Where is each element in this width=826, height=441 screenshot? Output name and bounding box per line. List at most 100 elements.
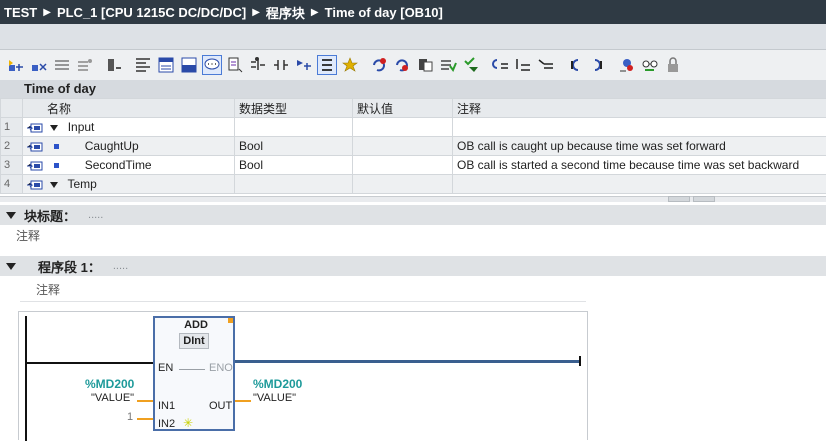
datatype-cell[interactable]: [235, 175, 353, 194]
show-status-icon[interactable]: [104, 55, 124, 75]
datatype-cell[interactable]: [235, 118, 353, 137]
in1-tag[interactable]: "VALUE": [91, 392, 134, 404]
breadcrumb: TEST ▶ PLC_1 [CPU 1215C DC/DC/DC] ▶ 程序块 …: [0, 0, 826, 24]
block-title-input[interactable]: .....: [88, 209, 103, 221]
collapse-caret-icon[interactable]: [50, 182, 58, 188]
variable-bullet-icon: [54, 144, 59, 149]
network-title-input[interactable]: .....: [113, 260, 128, 272]
indent-icon[interactable]: [490, 55, 510, 75]
table-row[interactable]: 4 Temp: [1, 175, 826, 194]
breadcrumb-plc[interactable]: PLC_1 [CPU 1215C DC/DC/DC]: [57, 5, 246, 20]
outdent-icon[interactable]: [513, 55, 533, 75]
go-to-next-error-icon[interactable]: [294, 55, 314, 75]
section-name: Temp: [67, 177, 96, 191]
goggles-icon[interactable]: [640, 55, 660, 75]
comment-cell[interactable]: OB call is caught up because time was se…: [453, 137, 826, 156]
in2-literal[interactable]: 1: [127, 411, 133, 423]
comment-cell[interactable]: [453, 118, 826, 137]
lock-icon[interactable]: [663, 55, 683, 75]
chevron-right-icon: ▶: [311, 7, 319, 18]
datatype-cell[interactable]: Bool: [235, 137, 353, 156]
row-number-header: [1, 99, 23, 118]
name-cell[interactable]: CaughtUp: [23, 137, 235, 156]
default-cell[interactable]: [353, 156, 453, 175]
insert-network-icon[interactable]: [6, 55, 26, 75]
collapse-caret-icon[interactable]: [6, 212, 16, 219]
column-header-comment[interactable]: 注释: [453, 99, 826, 118]
name-cell[interactable]: Temp: [23, 175, 235, 194]
instruction-type-select[interactable]: DInt: [179, 333, 209, 349]
column-header-default[interactable]: 默认值: [353, 99, 453, 118]
eno-wire: [235, 360, 581, 363]
collapse-caret-icon[interactable]: [6, 263, 16, 270]
comment-cell[interactable]: [453, 175, 826, 194]
collapse-caret-icon[interactable]: [50, 125, 58, 131]
breadcrumb-block: Time of day [OB10]: [325, 5, 443, 20]
toggle-lines-icon[interactable]: [133, 55, 153, 75]
datatype-cell[interactable]: Bool: [235, 156, 353, 175]
network-comment[interactable]: 注释: [20, 280, 586, 302]
add-input-icon[interactable]: ✳: [183, 416, 193, 430]
block-comment[interactable]: 注释: [16, 227, 40, 244]
absolute-addresses-icon[interactable]: [317, 55, 337, 75]
comment-cell[interactable]: OB call is started a second time because…: [453, 156, 826, 175]
toggle-favorites-icon[interactable]: [179, 55, 199, 75]
monitor-off-icon[interactable]: [392, 55, 412, 75]
in2-wire: [137, 418, 153, 420]
monitor-icon[interactable]: [369, 55, 389, 75]
check-icon[interactable]: [461, 55, 481, 75]
table-row[interactable]: 1 Input: [1, 118, 826, 137]
monitoring-glasses-icon[interactable]: [617, 55, 637, 75]
insert-empty-box-icon[interactable]: [225, 55, 245, 75]
symbolic-addresses-icon[interactable]: [340, 55, 360, 75]
block-title-header[interactable]: 块标题： .....: [0, 205, 826, 225]
in1-address[interactable]: %MD200: [85, 377, 134, 391]
wire-end: [579, 356, 581, 366]
row-number: 2: [1, 137, 23, 156]
splitter-up-handle[interactable]: [668, 196, 690, 202]
table-header-row: 名称 数据类型 默认值 注释: [1, 99, 826, 118]
column-header-datatype[interactable]: 数据类型: [235, 99, 353, 118]
ladder-editor[interactable]: ADD DInt EN ENO IN1 OUT IN2 ✳ %MD200 "VA…: [18, 311, 588, 440]
delete-network-icon[interactable]: [29, 55, 49, 75]
out-address[interactable]: %MD200: [253, 377, 302, 391]
chevron-right-icon: ▶: [43, 7, 51, 18]
name-cell[interactable]: SecondTime: [23, 156, 235, 175]
column-header-name[interactable]: 名称: [23, 99, 235, 118]
box-corner-marker: [228, 318, 233, 323]
power-rail: [25, 316, 27, 441]
name-cell[interactable]: Input: [23, 118, 235, 137]
block-title-label: 块标题：: [24, 206, 76, 225]
branch-open-icon[interactable]: [536, 55, 556, 75]
interface-input-icon: [27, 123, 43, 133]
pane-splitter[interactable]: [0, 196, 826, 202]
default-cell[interactable]: [353, 175, 453, 194]
breadcrumb-program-blocks[interactable]: 程序块: [266, 3, 305, 22]
out-wire: [235, 400, 251, 402]
compare-icon[interactable]: [415, 55, 435, 75]
splitter-down-handle[interactable]: [693, 196, 715, 202]
network-header[interactable]: 程序段 1： .....: [0, 256, 826, 276]
show-comments-icon[interactable]: [202, 55, 222, 75]
close-all-networks-icon[interactable]: [75, 55, 95, 75]
interface-input-icon: [27, 161, 43, 171]
variable-name: CaughtUp: [85, 139, 139, 153]
default-cell[interactable]: [353, 137, 453, 156]
network-label: 程序段 1：: [38, 257, 101, 276]
interface-temp-icon: [27, 180, 43, 190]
in2-pin: IN2: [158, 418, 175, 430]
out-tag[interactable]: "VALUE": [253, 392, 296, 404]
add-instruction-box[interactable]: ADD DInt EN ENO IN1 OUT IN2 ✳: [153, 316, 235, 431]
table-row[interactable]: 3 SecondTime Bool OB call is started a s…: [1, 156, 826, 175]
insert-contact-icon[interactable]: [271, 55, 291, 75]
branch-close-icon[interactable]: [565, 55, 585, 75]
toggle-blocks-icon[interactable]: [156, 55, 176, 75]
open-all-networks-icon[interactable]: [52, 55, 72, 75]
breadcrumb-project[interactable]: TEST: [4, 5, 37, 20]
open-branch-icon[interactable]: [248, 55, 268, 75]
table-row[interactable]: 2 CaughtUp Bool OB call is caught up bec…: [1, 137, 826, 156]
default-cell[interactable]: [353, 118, 453, 137]
callbook-icon[interactable]: [438, 55, 458, 75]
download-icon[interactable]: [588, 55, 608, 75]
section-name: Input: [68, 120, 95, 134]
